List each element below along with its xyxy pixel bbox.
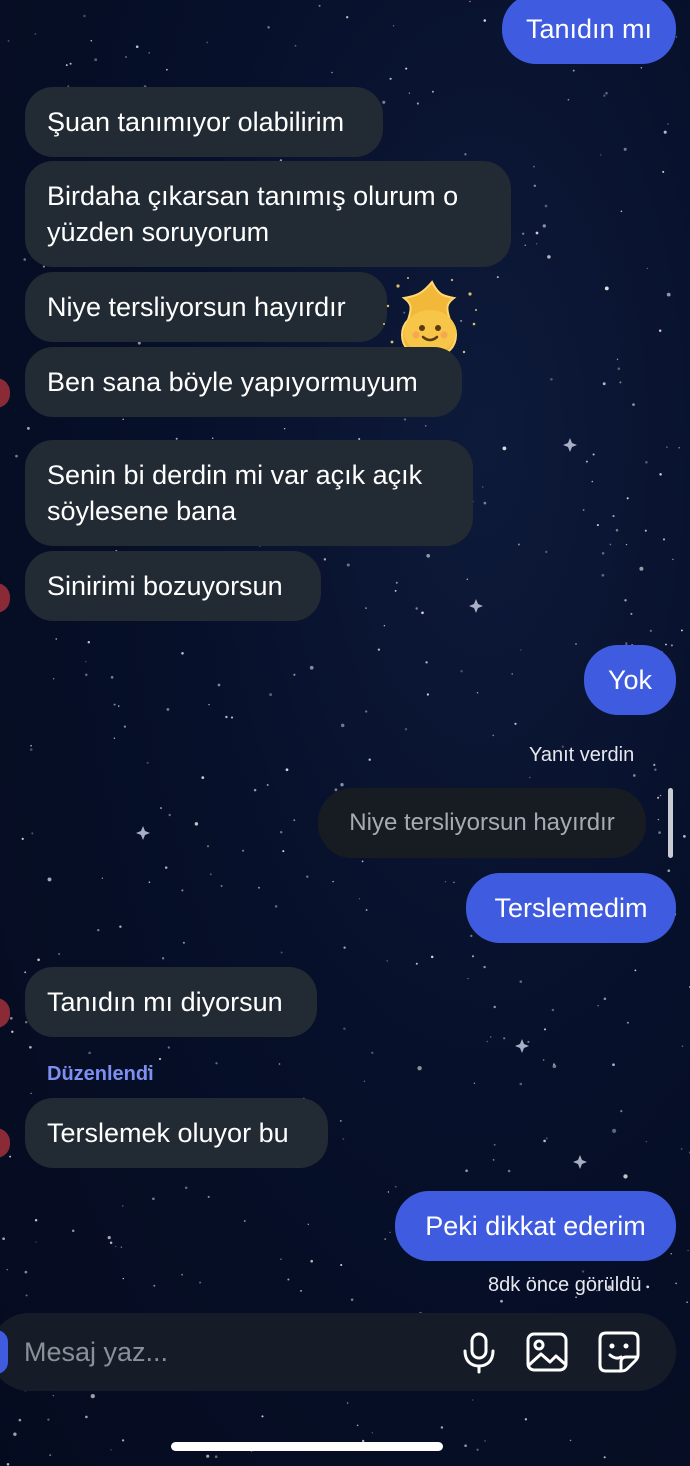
image-gallery-icon[interactable] xyxy=(524,1329,570,1375)
message-text-line: Birdaha çıkarsan tanımış olurum o xyxy=(47,181,459,211)
home-indicator[interactable] xyxy=(171,1442,443,1451)
message-text: Tanıdın mı xyxy=(525,14,653,44)
avatar[interactable] xyxy=(0,1128,10,1158)
message-incoming[interactable]: Birdaha çıkarsan tanımış olurum o yüzden… xyxy=(25,161,511,267)
message-text: Sinirimi bozuyorsun xyxy=(47,571,283,601)
scrollbar-thumb[interactable] xyxy=(668,788,673,858)
message-text: Ben sana böyle yapıyormuyum xyxy=(47,367,418,397)
message-text: Şuan tanımıyor olabilirim xyxy=(47,107,345,137)
message-text: Terslemedim xyxy=(494,893,648,923)
message-text-line: yüzden soruyorum xyxy=(47,217,270,247)
message-incoming[interactable]: Niye tersliyorsun hayırdır xyxy=(25,272,387,342)
message-incoming[interactable]: Terslemek oluyor bu xyxy=(25,1098,328,1168)
message-text: Terslemek oluyor bu xyxy=(47,1118,289,1148)
message-input[interactable] xyxy=(24,1332,444,1372)
message-incoming[interactable]: Tanıdın mı diyorsun xyxy=(25,967,317,1037)
message-text: Peki dikkat ederim xyxy=(425,1211,646,1241)
avatar[interactable] xyxy=(0,998,10,1028)
message-outgoing[interactable]: Tanıdın mı xyxy=(502,0,676,64)
message-outgoing[interactable]: Peki dikkat ederim xyxy=(395,1191,676,1261)
message-incoming[interactable]: Senin bi derdin mi var açık açık söylese… xyxy=(25,440,473,546)
avatar[interactable] xyxy=(0,583,10,613)
message-outgoing[interactable]: Terslemedim xyxy=(466,873,676,943)
message-text: Tanıdın mı diyorsun xyxy=(47,987,283,1017)
message-outgoing[interactable]: Yok xyxy=(584,645,676,715)
avatar[interactable] xyxy=(0,378,10,408)
edited-label: Düzenlendi xyxy=(47,1063,154,1085)
message-incoming[interactable]: Ben sana böyle yapıyormuyum xyxy=(25,347,462,417)
message-incoming[interactable]: Sinirimi bozuyorsun xyxy=(25,551,321,621)
reply-label: Yanıt verdin xyxy=(529,744,635,766)
message-text: Yok xyxy=(607,665,653,695)
message-text-line: söylesene bana xyxy=(47,496,237,526)
microphone-icon[interactable] xyxy=(456,1329,502,1375)
message-text: Niye tersliyorsun hayırdır xyxy=(47,292,346,322)
reply-quote[interactable]: Niye tersliyorsun hayırdır xyxy=(318,788,646,858)
reply-quote-text: Niye tersliyorsun hayırdır xyxy=(349,809,615,836)
message-text-line: Senin bi derdin mi var açık açık xyxy=(47,460,423,490)
seen-status: 8dk önce görüldü xyxy=(488,1274,642,1296)
message-incoming[interactable]: Şuan tanımıyor olabilirim xyxy=(25,87,383,157)
sticker-icon[interactable] xyxy=(596,1329,642,1375)
